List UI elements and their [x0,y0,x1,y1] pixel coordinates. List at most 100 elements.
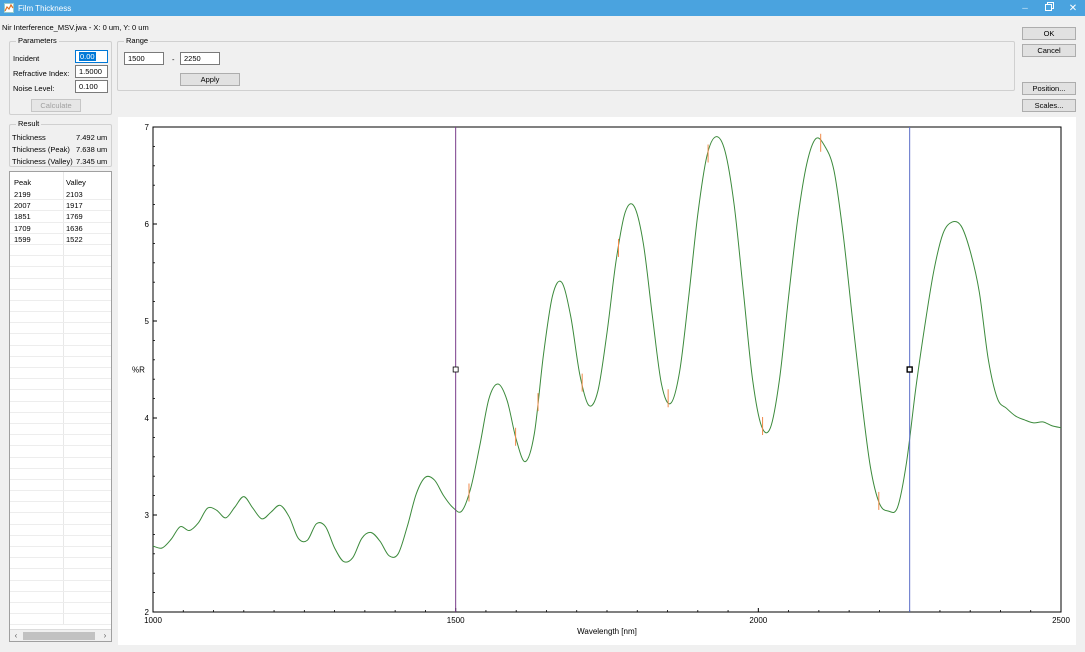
table-row[interactable] [10,267,111,279]
close-icon: ✕ [1068,2,1078,14]
peak-valley-list[interactable]: Peak Valley 2199 2103 2007 1917 1851 1769 1709… [9,171,112,642]
range-to-input[interactable]: 2250 [180,52,220,65]
close-button[interactable]: ✕ [1061,0,1085,16]
peak-valley-rows: 2199 2103 2007 1917 1851 1769 1709 1636 1599 1522 [10,189,111,641]
y-tick-label: 3 [145,511,150,520]
calculate-button[interactable]: Calculate [31,99,81,112]
table-row[interactable] [10,603,111,615]
table-row[interactable] [10,558,111,570]
x-tick-label: 2000 [749,616,767,625]
peak-cell: 2199 [14,190,31,199]
table-row[interactable] [10,435,111,447]
cancel-button[interactable]: Cancel [1022,44,1076,57]
refractive-index-input[interactable]: 1.5000 [75,65,108,78]
table-row[interactable] [10,536,111,547]
table-row[interactable] [10,256,111,268]
table-row[interactable] [10,581,111,592]
plot-area[interactable]: 1000 1500 2000 2500 2 3 4 5 6 7 Wavelength [nm] %R [118,117,1076,645]
x-tick-label: 1500 [447,616,465,625]
minimize-button[interactable]: – [1013,0,1037,16]
title-bar: Film Thickness – ✕ [0,0,1085,16]
table-row[interactable] [10,458,111,469]
table-row[interactable] [10,592,111,603]
table-row[interactable] [10,614,111,626]
table-row[interactable] [10,279,111,290]
position-button[interactable]: Position... [1022,82,1076,95]
restore-button[interactable] [1037,0,1061,16]
valley-cell: 2103 [66,190,83,199]
y-tick-label: 4 [145,414,150,423]
table-row[interactable]: 1851 1769 [10,211,111,223]
table-row[interactable] [10,368,111,380]
range-end-handle[interactable] [906,366,913,373]
table-row[interactable] [10,402,111,413]
range-start-handle[interactable] [452,366,459,373]
thickness-valley-value: 7.345 um [76,157,108,166]
table-row[interactable] [10,513,111,525]
parameters-group-label: Parameters [16,36,59,45]
apply-button[interactable]: Apply [180,73,240,86]
valley-cell: 1917 [66,201,83,211]
thickness-peak-label: Thickness (Peak) [12,145,70,154]
valley-cell: 1769 [66,212,83,222]
table-row[interactable] [10,547,111,559]
table-row[interactable] [10,312,111,324]
table-row[interactable] [10,357,111,368]
result-group-label: Result [16,119,42,128]
thickness-label: Thickness [12,133,46,142]
valley-column-header[interactable]: Valley [66,178,86,187]
range-from-input[interactable]: 1500 [124,52,164,65]
table-row[interactable] [10,525,111,536]
thickness-value: 7.492 um [76,133,108,142]
y-tick-label: 6 [145,220,150,229]
table-row[interactable] [10,334,111,346]
table-row[interactable] [10,346,111,357]
y-tick-label: 7 [145,123,150,132]
table-row[interactable] [10,301,111,313]
scales-button[interactable]: Scales... [1022,99,1076,112]
peak-cell: 1709 [14,223,31,233]
table-row[interactable] [10,323,111,335]
table-row[interactable]: 1599 1522 [10,234,111,245]
restore-icon [1044,2,1054,14]
table-row[interactable] [10,469,111,480]
app-icon [4,3,14,13]
incident-input[interactable]: 0.00 [75,50,108,63]
peak-column-header[interactable]: Peak [14,178,31,187]
peak-cell: 1851 [14,212,31,222]
x-tick-label: 2500 [1052,616,1070,625]
x-tick-label: 1000 [144,616,162,625]
horizontal-scrollbar[interactable]: ‹ › [10,629,111,641]
peak-cell: 2007 [14,201,31,211]
thickness-peak-value: 7.638 um [76,145,108,154]
valley-cell: 1636 [66,223,83,233]
range-group-label: Range [124,36,151,45]
table-row[interactable] [10,480,111,492]
table-row[interactable] [10,502,111,514]
table-row[interactable] [10,290,111,301]
table-row[interactable] [10,569,111,581]
range-separator: - [172,55,175,64]
noise-level-label: Noise Level: [13,84,55,93]
table-row[interactable] [10,379,111,391]
noise-level-input[interactable]: 0.100 [75,80,108,93]
table-row[interactable] [10,413,111,424]
refractive-index-label: Refractive Index: [13,69,70,78]
table-row[interactable]: 2199 2103 [10,189,111,201]
table-row[interactable] [10,390,111,402]
valley-cell: 1522 [66,234,83,244]
table-row[interactable] [10,446,111,458]
table-row[interactable]: 2007 1917 [10,200,111,212]
scroll-right-icon[interactable]: › [99,630,111,642]
thickness-valley-label: Thickness (Valley) [12,157,73,166]
table-row[interactable] [10,491,111,503]
scroll-left-icon[interactable]: ‹ [10,630,22,642]
window-title: Film Thickness [18,3,72,13]
spectrum-chart[interactable]: 1000 1500 2000 2500 2 3 4 5 6 7 Wavelength [nm] %R [118,117,1076,645]
scroll-thumb[interactable] [23,632,95,640]
table-row[interactable] [10,245,111,257]
peak-valley-header: Peak Valley [10,172,111,188]
table-row[interactable]: 1709 1636 [10,223,111,234]
table-row[interactable] [10,424,111,436]
ok-button[interactable]: OK [1022,27,1076,40]
